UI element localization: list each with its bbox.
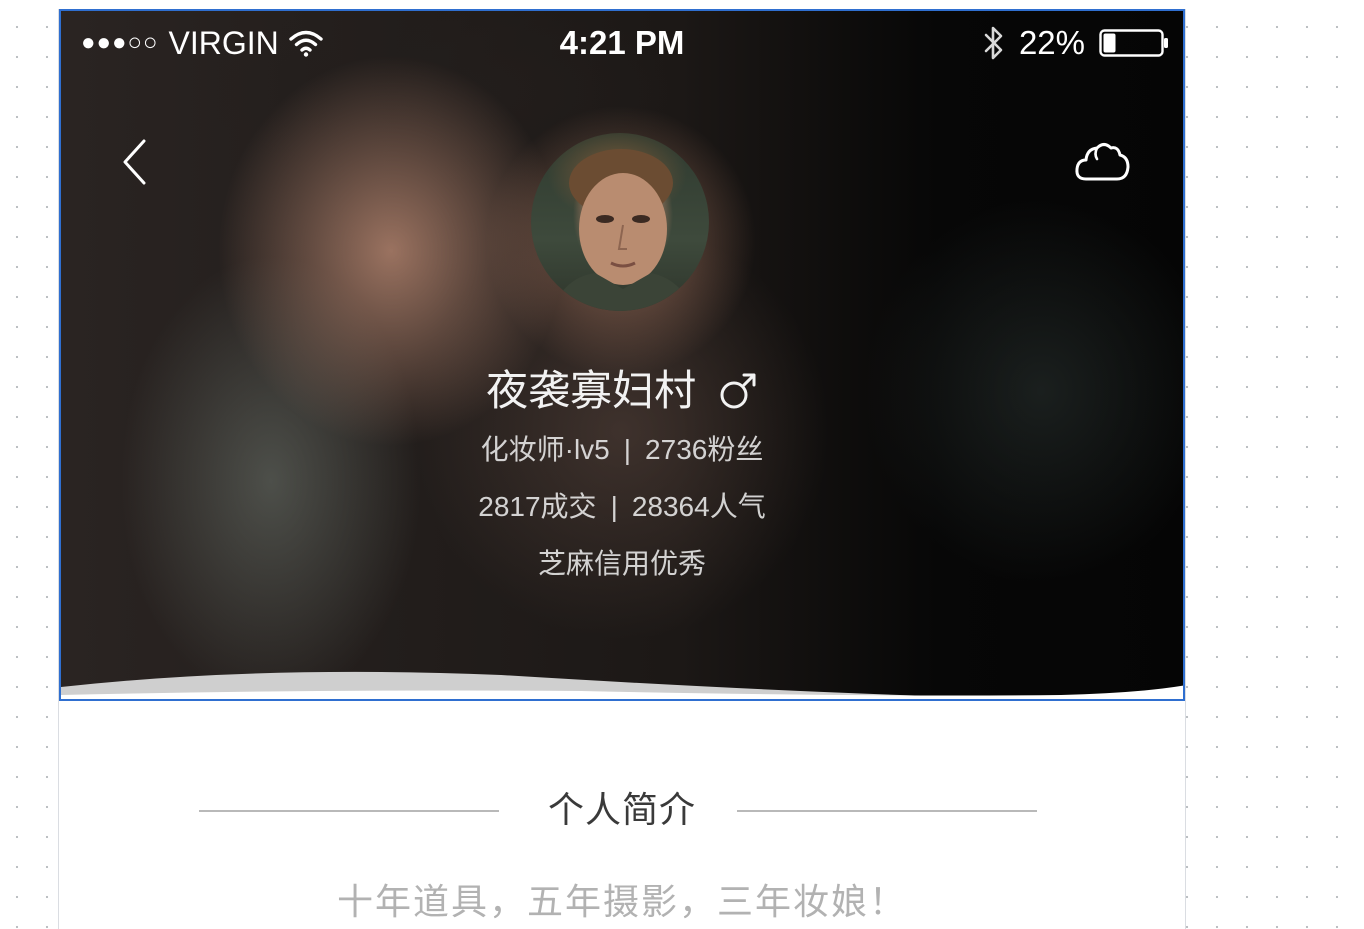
nickname-row: 夜袭寡妇村 [61,361,1183,418]
avatar-portrait [551,149,693,311]
role-fans-line: 化妆师·lv5 | 2736粉丝 [61,432,1183,468]
share-button[interactable] [1073,137,1131,192]
intro-title: 个人简介 [547,789,696,830]
role-level: 化妆师·lv5 [480,434,610,465]
bluetooth-icon [984,26,1003,60]
phone-screen: ●●●○○ VIRGIN 4:21 PM 22% 夜袭寡妇村 化妆师·lv5 |… [58,9,1186,929]
fans-count[interactable]: 2736粉丝 [645,434,763,465]
battery-icon [1099,29,1168,57]
male-icon [720,373,756,409]
wave-divider [61,671,1183,699]
back-button[interactable] [117,135,151,194]
nickname: 夜袭寡妇村 [486,366,697,414]
deals-count: 2817成交 [478,491,597,522]
credit-line: 芝麻信用优秀 [61,546,1183,582]
deals-popularity-line: 2817成交 | 28364人气 [61,489,1183,525]
status-bar: ●●●○○ VIRGIN 4:21 PM 22% [61,23,1183,63]
status-right: 22% [983,23,1169,63]
chevron-left-icon [123,139,146,185]
divider-line-right [737,810,1037,812]
popularity-count: 28364人气 [631,491,766,522]
cloud-icon [1075,143,1130,181]
info-separator: | [610,491,618,522]
info-separator: | [623,434,632,465]
battery-percentage: 22% [1018,24,1085,61]
credit-rating: 芝麻信用优秀 [537,548,706,579]
intro-text: 十年道具，五年摄影，三年妆娘！ [336,881,907,922]
profile-header: ●●●○○ VIRGIN 4:21 PM 22% 夜袭寡妇村 化妆师·lv5 |… [59,9,1185,701]
avatar[interactable] [531,133,709,311]
intro-heading: 个人简介 [59,779,1185,830]
